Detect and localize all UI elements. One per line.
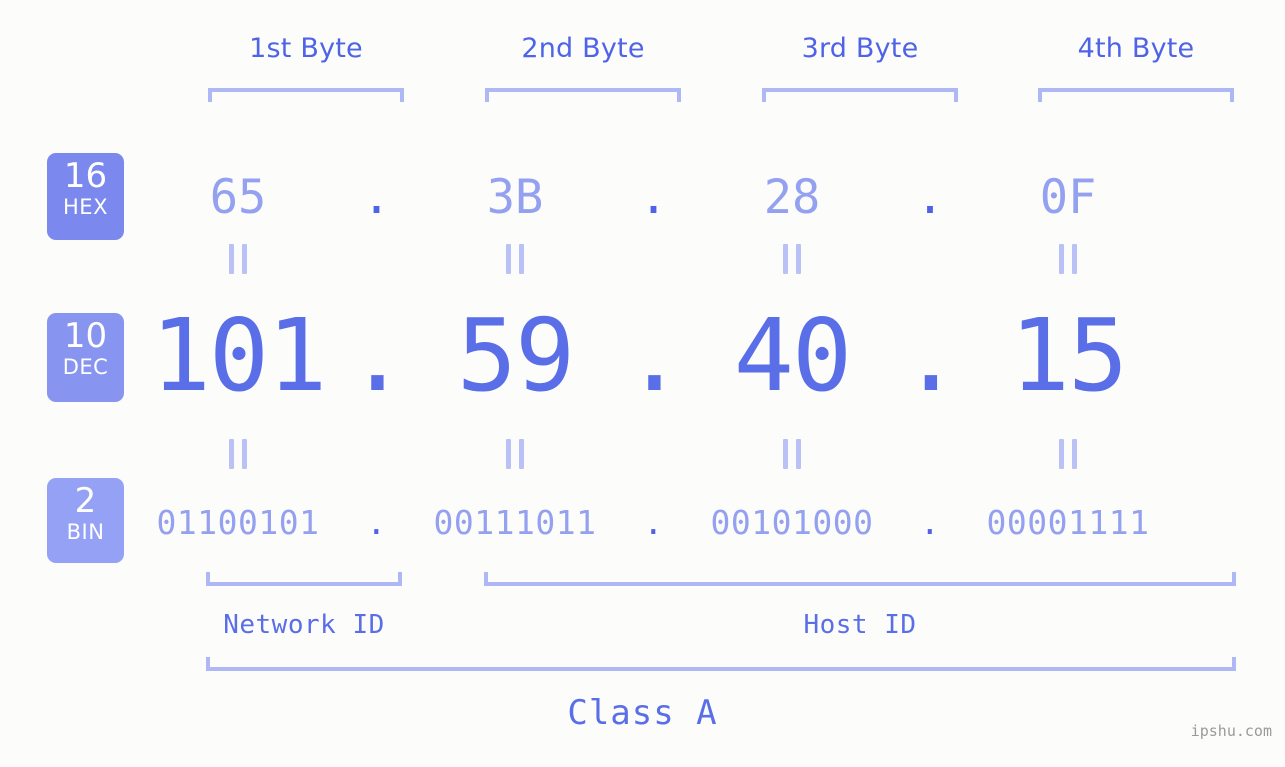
bin-octet-2: 00111011 [433, 503, 597, 542]
base-badge-hex: 16 HEX [47, 153, 124, 240]
equals-icon-dec-bin-2 [417, 439, 613, 469]
bin-value-row: 01100101 . 00111011 . 00101000 . 0000111… [140, 495, 1285, 550]
bin-octet-1: 01100101 [156, 503, 320, 542]
dec-octet-3: 40 [733, 296, 852, 414]
equals-icon-dec-bin-3 [694, 439, 890, 469]
network-id-bracket [206, 572, 402, 586]
host-id-label-text: Host ID [803, 610, 917, 640]
equals-icon-hex-dec-1 [140, 244, 336, 274]
network-id-label-text: Network ID [223, 610, 385, 640]
base-badge-bin: 2 BIN [47, 478, 124, 563]
base-badge-dec-number: 10 [63, 316, 108, 356]
hex-octet-4: 0F [1039, 170, 1097, 225]
class-label-text: Class A [567, 693, 718, 733]
byte-header-2-label: 2nd Byte [521, 33, 645, 64]
hex-octet-2: 3B [486, 170, 544, 225]
hex-dec-equality-row [140, 242, 1285, 276]
bin-separator-2: . [643, 503, 664, 542]
hex-separator-1: . [362, 170, 391, 225]
hex-separator-2: . [639, 170, 668, 225]
host-id-bracket [484, 572, 1236, 586]
equals-icon-hex-dec-4 [970, 244, 1166, 274]
equals-icon-hex-dec-3 [694, 244, 890, 274]
bin-octet-3: 00101000 [710, 503, 874, 542]
bin-separator-3: . [919, 503, 941, 542]
hex-octet-1: 65 [209, 170, 267, 225]
base-badge-dec: 10 DEC [47, 313, 124, 402]
hex-separator-3: . [915, 170, 945, 225]
dec-value-row: 101 . 59 . 40 . 15 [140, 297, 1285, 414]
base-badge-bin-unit: BIN [66, 520, 105, 544]
base-badge-hex-unit: HEX [63, 195, 108, 219]
equals-icon-dec-bin-1 [140, 439, 336, 469]
byte-header-1-label: 1st Byte [249, 33, 363, 64]
ip-address-breakdown-diagram: 1st Byte 2nd Byte 3rd Byte 4th Byte 16 H… [0, 0, 1285, 767]
dec-octet-1: 101 [150, 296, 328, 414]
byte-header-4-label: 4th Byte [1077, 33, 1195, 64]
base-badge-bin-number: 2 [74, 481, 97, 521]
base-badge-dec-unit: DEC [62, 355, 109, 379]
watermark: ipshu.com [1190, 722, 1272, 740]
dec-octet-4: 15 [1009, 296, 1128, 414]
byte-header-4: 4th Byte [1038, 33, 1234, 64]
hex-octet-3: 28 [763, 170, 821, 225]
byte-header-3-label: 3rd Byte [801, 33, 919, 64]
dec-separator-3: . [900, 296, 961, 414]
base-badge-hex-number: 16 [63, 156, 108, 196]
bin-separator-1: . [366, 503, 387, 542]
byte-header-2: 2nd Byte [485, 33, 681, 64]
equals-icon-hex-dec-2 [417, 244, 613, 274]
byte-header-1: 1st Byte [208, 33, 404, 64]
byte-header-3: 3rd Byte [762, 33, 958, 64]
class-label: Class A [0, 693, 1285, 733]
bin-octet-4: 00001111 [986, 503, 1150, 542]
dec-separator-1: . [347, 296, 407, 414]
dec-bin-equality-row [140, 437, 1285, 471]
class-bracket [206, 657, 1236, 671]
host-id-label: Host ID [484, 610, 1236, 640]
byte-bracket-4 [1038, 88, 1234, 102]
network-id-label: Network ID [206, 610, 402, 640]
dec-separator-2: . [624, 296, 684, 414]
byte-bracket-1 [208, 88, 404, 102]
byte-bracket-3 [762, 88, 958, 102]
equals-icon-dec-bin-4 [970, 439, 1166, 469]
byte-bracket-2 [485, 88, 681, 102]
dec-octet-2: 59 [456, 296, 575, 414]
hex-value-row: 65 . 3B . 28 . 0F [140, 150, 1285, 245]
